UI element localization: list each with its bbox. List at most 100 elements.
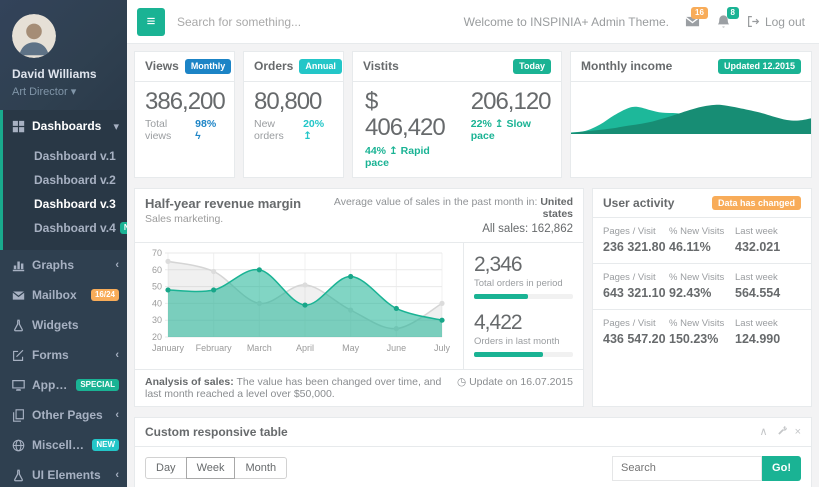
orders-in-period-label: Total orders in period [474, 278, 573, 289]
svg-text:April: April [296, 343, 314, 353]
progress-bar [474, 352, 543, 357]
bolt-icon: ϟ [195, 130, 201, 142]
sidebar-item-dashboards[interactable]: Dashboards ▾ [3, 110, 127, 142]
new-visits-label: % New Visits [669, 272, 735, 283]
pages-visit-label: Pages / Visit [603, 272, 669, 283]
pages-visit-value: 236 321.80 [603, 240, 669, 254]
sidebar-item-mailbox[interactable]: Mailbox 16/24 [0, 280, 127, 310]
new-visits-value: 92.43% [669, 286, 735, 300]
views-value: 386,200 [145, 89, 224, 115]
views-label: Total views [145, 118, 195, 142]
income-area-chart [571, 82, 811, 134]
visits-card: Vistits Today $ 406,420 44% ↥ Rapid pace… [352, 51, 562, 178]
sidebar-item-ui-elements[interactable]: UI Elements ‹ [0, 460, 127, 487]
activity-row: Pages / Visit436 547.20 % New Visits150.… [593, 310, 811, 355]
welcome-text: Welcome to INSPINIA+ Admin Theme. [464, 15, 669, 29]
user-role-dropdown[interactable]: Art Director ▾ [12, 85, 115, 98]
revenue-panel: Half-year revenue margin Sales marketing… [134, 188, 584, 407]
table-controls: Day Week Month Go! [145, 456, 801, 481]
level-up-icon: ↥ [495, 118, 504, 130]
mailbox-count-badge: 16/24 [91, 289, 119, 301]
edit-icon [12, 349, 25, 362]
revenue-side-stats: 2,346 Total orders in period 4,422 Order… [463, 243, 583, 369]
visits-primary: $ 406,420 44% ↥ Rapid pace [365, 89, 445, 169]
analysis-text: Analysis of sales: The value has been ch… [145, 376, 447, 400]
orders-delta: 20% ↥ [303, 118, 333, 142]
sidebar-item-label: UI Elements [32, 468, 108, 482]
orders-label: New orders [254, 118, 303, 142]
panel-tools: ∧ × [760, 425, 802, 439]
range-month-button[interactable]: Month [234, 457, 287, 479]
today-badge: Today [513, 59, 551, 74]
stats-row: Views Monthly 386,200 Total views 98% ϟ … [134, 51, 812, 178]
sidebar-item-label: Mailbox [32, 288, 84, 302]
pages-visit-label: Pages / Visit [603, 318, 669, 329]
visits-primary-value: $ 406,420 [365, 89, 445, 142]
new-badge: NEW [120, 222, 127, 234]
last-week-value: 124.990 [735, 332, 801, 346]
revenue-chart-area: 203040506070JanuaryFebruaryMarchAprilMay… [135, 243, 463, 369]
svg-text:January: January [152, 343, 185, 353]
avatar[interactable] [12, 14, 56, 58]
envelope-icon [12, 289, 25, 302]
update-info: ◷ Update on 16.07.2015 [457, 376, 573, 400]
pages-visit-value: 643 321.10 [603, 286, 669, 300]
panel-title: User activity [603, 196, 674, 210]
table-search-input[interactable] [612, 456, 762, 481]
orders-last-month-label: Orders in last month [474, 336, 573, 347]
user-role-label: Art Director [12, 86, 68, 98]
revenue-summary: Average value of sales in the past month… [301, 196, 573, 235]
logout-button[interactable]: Log out [747, 15, 805, 29]
main-area: ≡ Welcome to INSPINIA+ Admin Theme. 16 8… [127, 0, 819, 487]
sidebar-item-dashboard-v2[interactable]: Dashboard v.2 [3, 168, 127, 192]
svg-text:70: 70 [152, 248, 162, 258]
level-up-icon: ↥ [303, 130, 312, 142]
avg-sales-country: United states [540, 196, 573, 220]
visits-primary-note: 44% ↥ Rapid pace [365, 145, 445, 169]
range-week-button[interactable]: Week [186, 457, 236, 479]
sidebar-item-label: Graphs [32, 258, 108, 272]
sidebar-item-dashboard-v1[interactable]: Dashboard v.1 [3, 144, 127, 168]
app: David Williams Art Director ▾ Dashboards… [0, 0, 819, 487]
sidebar-item-widgets[interactable]: Widgets [0, 310, 127, 340]
sidebar-item-app-views[interactable]: App Views SPECIAL [0, 370, 127, 400]
visits-secondary-value: 206,120 [471, 89, 551, 115]
desktop-icon [12, 379, 25, 392]
menu-toggle-button[interactable]: ≡ [137, 8, 165, 36]
sidebar-item-label: Miscellaneous [32, 438, 85, 452]
sidebar-item-forms[interactable]: Forms ‹ [0, 340, 127, 370]
user-name: David Williams [12, 67, 115, 81]
panel-subtitle: Sales marketing. [145, 213, 301, 225]
chevron-left-icon: ‹ [115, 349, 119, 361]
go-button[interactable]: Go! [762, 456, 801, 481]
wrench-icon[interactable] [776, 425, 787, 439]
card-title: Monthly income [581, 59, 672, 73]
sidebar-item-label: Widgets [32, 318, 119, 332]
chevron-left-icon: ‹ [115, 409, 119, 421]
revenue-heading: Half-year revenue margin Sales marketing… [145, 196, 301, 235]
collapse-icon[interactable]: ∧ [760, 425, 768, 438]
sign-out-icon [747, 15, 760, 28]
sidebar-item-miscellaneous[interactable]: Miscellaneous NEW [0, 430, 127, 460]
submenu-label: Dashboard v.3 [34, 197, 116, 211]
sidebar-item-graphs[interactable]: Graphs ‹ [0, 250, 127, 280]
svg-text:February: February [196, 343, 233, 353]
orders-in-period-value: 2,346 [474, 253, 573, 277]
range-day-button[interactable]: Day [145, 457, 187, 479]
search-input[interactable] [177, 15, 452, 29]
content: Views Monthly 386,200 Total views 98% ϟ … [127, 44, 819, 487]
notifications-count-badge: 8 [727, 7, 739, 19]
chevron-left-icon: ‹ [115, 259, 119, 271]
panel-title: Custom responsive table [145, 425, 288, 439]
monthly-badge: Monthly [185, 59, 232, 74]
notifications-icon[interactable]: 8 [716, 14, 731, 29]
data-changed-badge: Data has changed [712, 196, 801, 211]
close-icon[interactable]: × [795, 426, 801, 438]
sidebar-item-dashboard-v4[interactable]: Dashboard v.4 NEW [3, 216, 127, 240]
messages-count-badge: 16 [691, 7, 708, 19]
svg-text:May: May [342, 343, 360, 353]
messages-icon[interactable]: 16 [685, 14, 700, 29]
sidebar-item-dashboard-v3[interactable]: Dashboard v.3 [3, 192, 127, 216]
visits-secondary-note: 22% ↥ Slow pace [471, 118, 551, 142]
sidebar-item-other-pages[interactable]: Other Pages ‹ [0, 400, 127, 430]
